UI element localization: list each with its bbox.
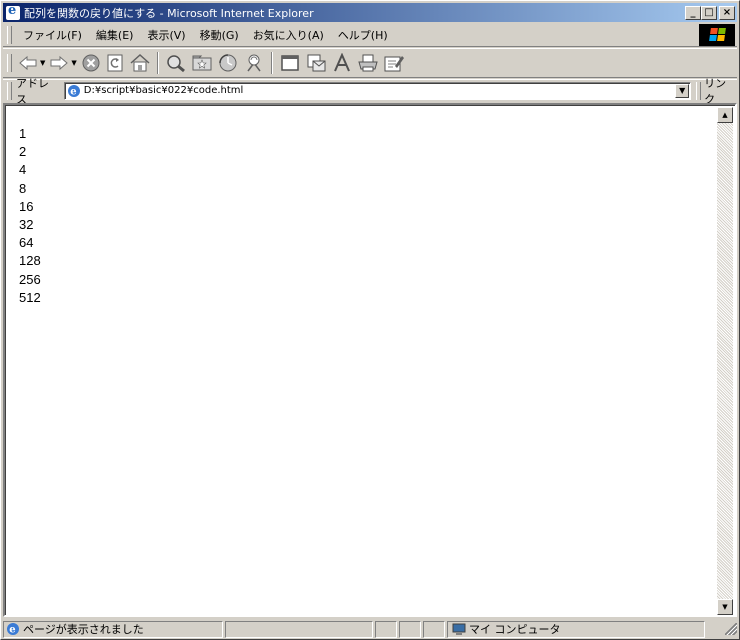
mail-button[interactable] <box>305 50 327 76</box>
menu-favorites[interactable]: お気に入り(A) <box>246 27 331 43</box>
address-url[interactable]: D:¥script¥basic¥022¥code.html <box>84 85 244 96</box>
address-grip[interactable] <box>7 81 12 100</box>
output-line: 512 <box>19 289 41 305</box>
font-button[interactable] <box>331 50 353 76</box>
address-bar: アドレス e D:¥script¥basic¥022¥code.html ▼ リ… <box>3 77 737 106</box>
output-line: 8 <box>19 180 27 196</box>
fullscreen-icon <box>281 55 299 71</box>
fullscreen-button[interactable] <box>279 50 301 76</box>
edit-icon <box>384 56 404 72</box>
output-line: 4 <box>19 162 27 178</box>
page-content: 1 2 4 8 16 32 64 128 256 512 <box>7 107 719 615</box>
output-line: 32 <box>19 217 34 233</box>
windows-logo-icon <box>699 23 735 46</box>
favorites-icon <box>192 55 212 71</box>
toolbar-grip[interactable] <box>7 54 12 72</box>
links-separator <box>696 81 702 100</box>
menu-bar: ファイル(F) 編集(E) 表示(V) 移動(G) お気に入り(A) ヘルプ(H… <box>3 23 737 47</box>
toolbar-separator <box>156 52 159 74</box>
scroll-down-button[interactable]: ▼ <box>717 599 733 615</box>
svg-text:e: e <box>70 86 76 97</box>
svg-text:e: e <box>9 625 15 636</box>
refresh-button[interactable] <box>105 50 125 76</box>
print-icon <box>358 54 378 72</box>
status-pane-small-1 <box>375 620 397 638</box>
address-label: アドレス <box>15 76 49 106</box>
status-text: ページが表示されました <box>23 623 144 636</box>
ie-app-icon[interactable] <box>6 3 20 20</box>
scroll-up-button[interactable]: ▲ <box>717 107 733 123</box>
menu-view[interactable]: 表示(V) <box>140 27 192 43</box>
home-button[interactable] <box>129 50 151 76</box>
status-pane-small-2 <box>399 620 421 638</box>
search-button[interactable] <box>165 50 187 76</box>
output-line: 128 <box>19 253 41 269</box>
refresh-icon <box>107 54 123 72</box>
channels-button[interactable] <box>243 50 265 76</box>
history-button[interactable] <box>217 50 239 76</box>
title-bar[interactable]: 配列を関数の戻り値にする - Microsoft Internet Explor… <box>3 3 737 22</box>
forward-button[interactable]: ▼ <box>49 50 77 76</box>
menu-file[interactable]: ファイル(F) <box>16 27 89 43</box>
back-icon <box>19 55 37 71</box>
maximize-button[interactable]: □ <box>701 5 717 20</box>
vertical-scrollbar[interactable]: ▲ ▼ <box>717 107 733 615</box>
address-input[interactable]: e D:¥script¥basic¥022¥code.html ▼ <box>63 81 692 100</box>
back-dropdown-icon[interactable]: ▼ <box>40 59 45 67</box>
forward-icon <box>50 55 69 71</box>
status-bar: e ページが表示されました マイ コンピュータ <box>3 619 737 639</box>
output-line: 256 <box>19 271 41 287</box>
output-line: 2 <box>19 144 27 160</box>
status-pane-small-3 <box>423 620 445 638</box>
edit-button[interactable] <box>383 50 405 76</box>
window-controls: _ □ × <box>685 5 735 20</box>
menu-edit[interactable]: 編集(E) <box>89 27 141 43</box>
mail-icon <box>307 54 326 72</box>
computer-icon <box>452 623 466 636</box>
window-title: 配列を関数の戻り値にする - Microsoft Internet Explor… <box>24 6 314 20</box>
back-button[interactable]: ▼ <box>18 50 45 76</box>
status-progress-pane <box>225 620 373 638</box>
minimize-button[interactable]: _ <box>685 5 701 20</box>
page-icon: e <box>67 84 81 98</box>
forward-dropdown-icon[interactable]: ▼ <box>71 59 76 67</box>
stop-icon <box>82 54 100 72</box>
output-line: 1 <box>19 126 27 141</box>
search-icon <box>167 55 185 73</box>
stop-button[interactable] <box>81 50 101 76</box>
standard-toolbar: ▼ ▼ <box>3 48 737 78</box>
address-dropdown-icon[interactable]: ▼ <box>675 83 690 98</box>
links-button[interactable]: リンク <box>704 75 737 107</box>
status-zone-pane: マイ コンピュータ <box>447 620 705 638</box>
history-icon <box>219 54 237 72</box>
status-zone: マイ コンピュータ <box>469 623 561 636</box>
content-frame: 1 2 4 8 16 32 64 128 256 512 ▲ ▼ <box>3 103 737 617</box>
menu-grip[interactable] <box>7 25 12 44</box>
favorites-button[interactable] <box>191 50 213 76</box>
menu-help[interactable]: ヘルプ(H) <box>331 27 395 43</box>
status-text-pane: e ページが表示されました <box>3 620 223 638</box>
status-page-icon: e <box>6 622 20 636</box>
output-line: 64 <box>19 235 34 251</box>
channels-icon <box>247 54 261 72</box>
font-icon <box>333 53 350 72</box>
menu-go[interactable]: 移動(G) <box>193 27 246 43</box>
output-line: 16 <box>19 198 34 214</box>
home-icon <box>130 53 150 72</box>
toolbar-separator-2 <box>270 52 273 74</box>
print-button[interactable] <box>357 50 379 76</box>
browser-window: 配列を関数の戻り値にする - Microsoft Internet Explor… <box>0 0 740 640</box>
resize-grip[interactable] <box>725 623 737 635</box>
close-button[interactable]: × <box>719 5 735 20</box>
